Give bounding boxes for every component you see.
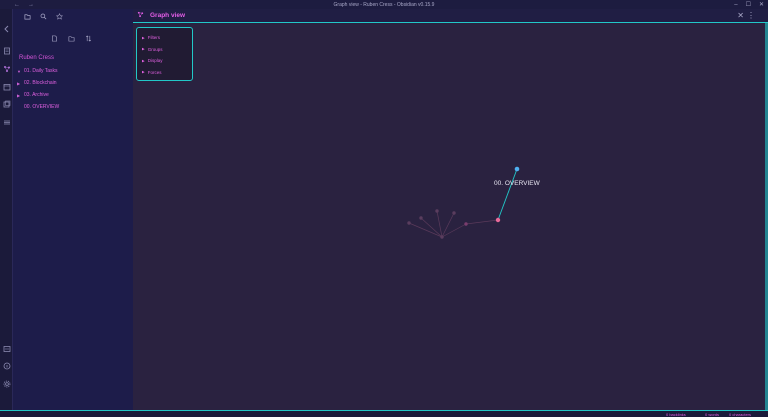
graph-node — [464, 222, 468, 226]
collapse-sidebar-icon[interactable] — [2, 24, 11, 33]
settings-gear-icon[interactable] — [2, 379, 11, 388]
graph-view-icon[interactable] — [2, 64, 11, 73]
backlinks-count[interactable]: 0 backlinks — [666, 412, 686, 417]
minimize-button[interactable]: – — [734, 2, 737, 8]
character-count: 0 characters — [729, 412, 752, 417]
graph-node — [452, 211, 456, 215]
templates-icon[interactable] — [2, 99, 11, 108]
folder-archive[interactable]: ▶ 03. Archive — [17, 91, 49, 99]
maximize-button[interactable]: ☐ — [746, 1, 751, 8]
window-controls: – ☐ ✕ — [734, 0, 764, 9]
sidebar-tabs — [13, 9, 133, 23]
tree-item-label: 02. Blockchain — [24, 80, 57, 86]
new-folder-icon[interactable] — [68, 29, 75, 47]
graph-nodes[interactable] — [407, 166, 520, 239]
word-count: 0 words — [705, 412, 720, 417]
triangle-right-icon: ▶ — [142, 70, 145, 75]
graph-node — [435, 209, 439, 213]
folder-blockchain[interactable]: ▶ 02. Blockchain — [17, 79, 57, 87]
file-overview[interactable]: 00. OVERVIEW — [17, 103, 59, 111]
folder-daily-tasks[interactable]: ▼ 01. Daily Tasks — [17, 67, 58, 75]
graph-control-groups[interactable]: ▶ Groups — [142, 44, 187, 56]
left-sidebar: Ruben Cress ▼ 01. Daily Tasks ▶ 02. Bloc… — [13, 9, 133, 410]
chevron-down-icon: ▼ — [17, 68, 21, 74]
graph-node-pink — [495, 217, 501, 223]
graph-controls-panel: ▶ Filters ▶ Groups ▶ Display ▶ Forces — [136, 27, 193, 81]
ribbon — [0, 9, 13, 410]
vault-name: Ruben Cress — [19, 55, 55, 61]
status-bar: 0 backlinks 0 words 0 characters — [0, 410, 768, 417]
file-explorer-actions — [51, 29, 92, 47]
triangle-right-icon: ▶ — [142, 47, 145, 52]
main-workspace: Graph view ✕ ⋮ 00. OVERVIEW ▶ Filters ▶ … — [133, 9, 768, 410]
chevron-right-icon: ▶ — [17, 80, 21, 86]
tab-graph-view[interactable]: Graph view — [137, 11, 185, 20]
triangle-right-icon: ▶ — [142, 35, 145, 40]
triangle-right-icon: ▶ — [142, 58, 145, 63]
star-icon[interactable] — [55, 7, 64, 25]
title-bar: ← → Graph view - Ruben Cress - Obsidian … — [0, 0, 768, 9]
file-explorer-icon[interactable] — [2, 46, 11, 55]
window-title: Graph view - Ruben Cress - Obsidian v0.1… — [333, 1, 435, 8]
tree-item-label: 03. Archive — [24, 92, 49, 98]
tree-item-label: 00. OVERVIEW — [24, 104, 60, 110]
graph-icon — [137, 11, 144, 20]
graph-node — [419, 216, 423, 220]
chevron-right-icon: ▶ — [17, 92, 21, 98]
calendar-icon[interactable] — [2, 82, 11, 91]
graph-control-filters[interactable]: ▶ Filters — [142, 32, 187, 44]
vault-switcher-icon[interactable] — [2, 344, 11, 353]
sort-icon[interactable] — [85, 29, 92, 47]
tab-header: Graph view ✕ ⋮ — [133, 9, 768, 23]
more-options-icon[interactable]: ⋮ — [747, 12, 755, 20]
tree-item-label: 01. Daily Tasks — [24, 68, 58, 74]
tab-title-label: Graph view — [150, 12, 186, 19]
graph-control-display[interactable]: ▶ Display — [142, 55, 187, 67]
graph-node-overview — [514, 166, 520, 172]
graph-node-label: 00. OVERVIEW — [494, 180, 541, 187]
files-folder-icon[interactable] — [24, 7, 31, 25]
graph-node — [440, 235, 444, 239]
close-window-button[interactable]: ✕ — [759, 1, 764, 8]
graph-canvas[interactable]: 00. OVERVIEW — [133, 23, 768, 410]
help-icon[interactable] — [2, 361, 11, 370]
graph-node — [407, 221, 411, 225]
graph-control-forces[interactable]: ▶ Forces — [142, 67, 187, 79]
close-icon[interactable]: ✕ — [737, 12, 744, 20]
back-button[interactable]: ← — [14, 2, 20, 8]
new-note-icon[interactable] — [51, 29, 58, 47]
search-icon[interactable] — [40, 7, 47, 25]
stack-icon[interactable] — [2, 117, 11, 126]
